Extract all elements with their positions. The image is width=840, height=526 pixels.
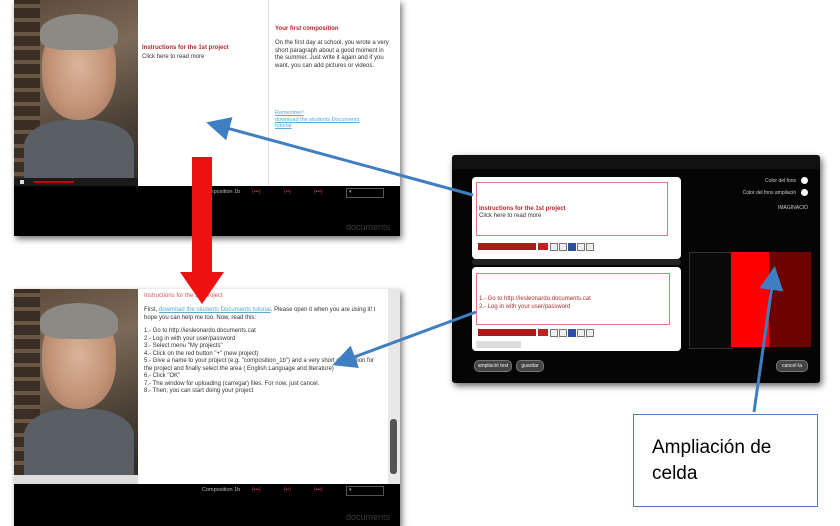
- arrow-to-top-instructions: [206, 117, 474, 197]
- callout-box: Ampliación de celda: [633, 414, 818, 507]
- callout-line-2: celda: [652, 463, 698, 484]
- callout-line-1: Ampliación de: [652, 437, 772, 458]
- arrow-to-bottom-instructions: [332, 310, 477, 369]
- red-down-arrow: [180, 157, 224, 304]
- arrow-from-callout: [752, 266, 784, 413]
